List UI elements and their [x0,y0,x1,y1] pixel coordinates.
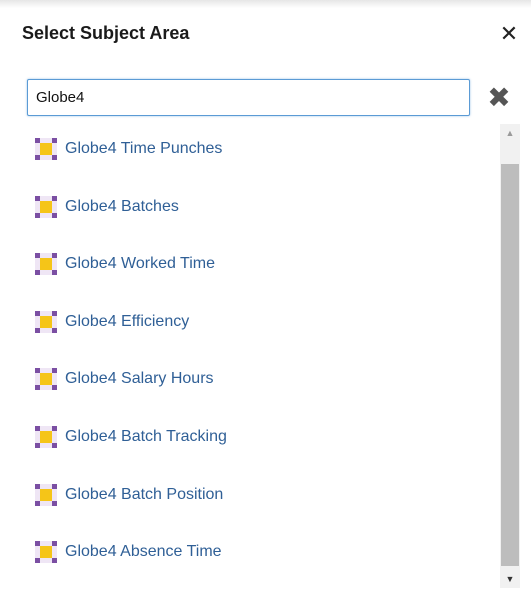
scroll-down-icon[interactable]: ▼ [500,570,520,588]
subject-area-icon [35,310,57,333]
subject-area-icon [35,483,57,506]
subject-area-icon [35,541,57,564]
top-edge [0,0,531,8]
subject-area-item[interactable]: Globe4 Salary Hours [35,364,214,394]
scroll-up-icon[interactable]: ▲ [500,124,520,142]
subject-area-icon [35,368,57,391]
scrollbar-thumb[interactable] [501,164,519,566]
subject-area-item[interactable]: Globe4 Batch Position [35,480,223,510]
subject-area-item-label: Globe4 Efficiency [65,312,190,330]
subject-area-item-label: Globe4 Absence Time [65,543,222,561]
subject-area-item[interactable]: Globe4 Batches [35,192,179,222]
clear-search-icon[interactable]: ✖ [485,84,513,112]
subject-area-icon [35,253,57,276]
subject-area-icon [35,138,57,160]
subject-area-item[interactable]: Globe4 Batch Tracking [35,422,227,452]
subject-area-item-label: Globe4 Batch Tracking [65,428,227,445]
close-icon[interactable]: ✕ [498,23,520,45]
subject-area-item-label: Globe4 Time Punches [65,140,223,157]
subject-area-list: Globe4 Time Punches Globe4 Batches Globe4 … [27,122,521,588]
subject-area-icon [35,195,57,218]
subject-area-item[interactable]: Globe4 Time Punches [35,134,222,164]
subject-area-item[interactable]: Globe4 Worked Time [35,249,215,279]
subject-area-item-label: Globe4 Batches [65,197,179,215]
subject-area-item-label: Globe4 Salary Hours [65,370,214,388]
dialog-title: Select Subject Area [22,23,190,43]
search-input[interactable] [27,79,470,116]
subject-area-item-label: Globe4 Batch Position [65,485,224,503]
subject-area-item-label: Globe4 Worked Time [65,255,215,273]
subject-area-icon [35,426,57,448]
scrollbar[interactable]: ▲ ▼ [500,124,520,588]
subject-area-item[interactable]: Globe4 Efficiency [35,307,189,337]
subject-area-item[interactable]: Globe4 Absence Time [35,537,222,567]
